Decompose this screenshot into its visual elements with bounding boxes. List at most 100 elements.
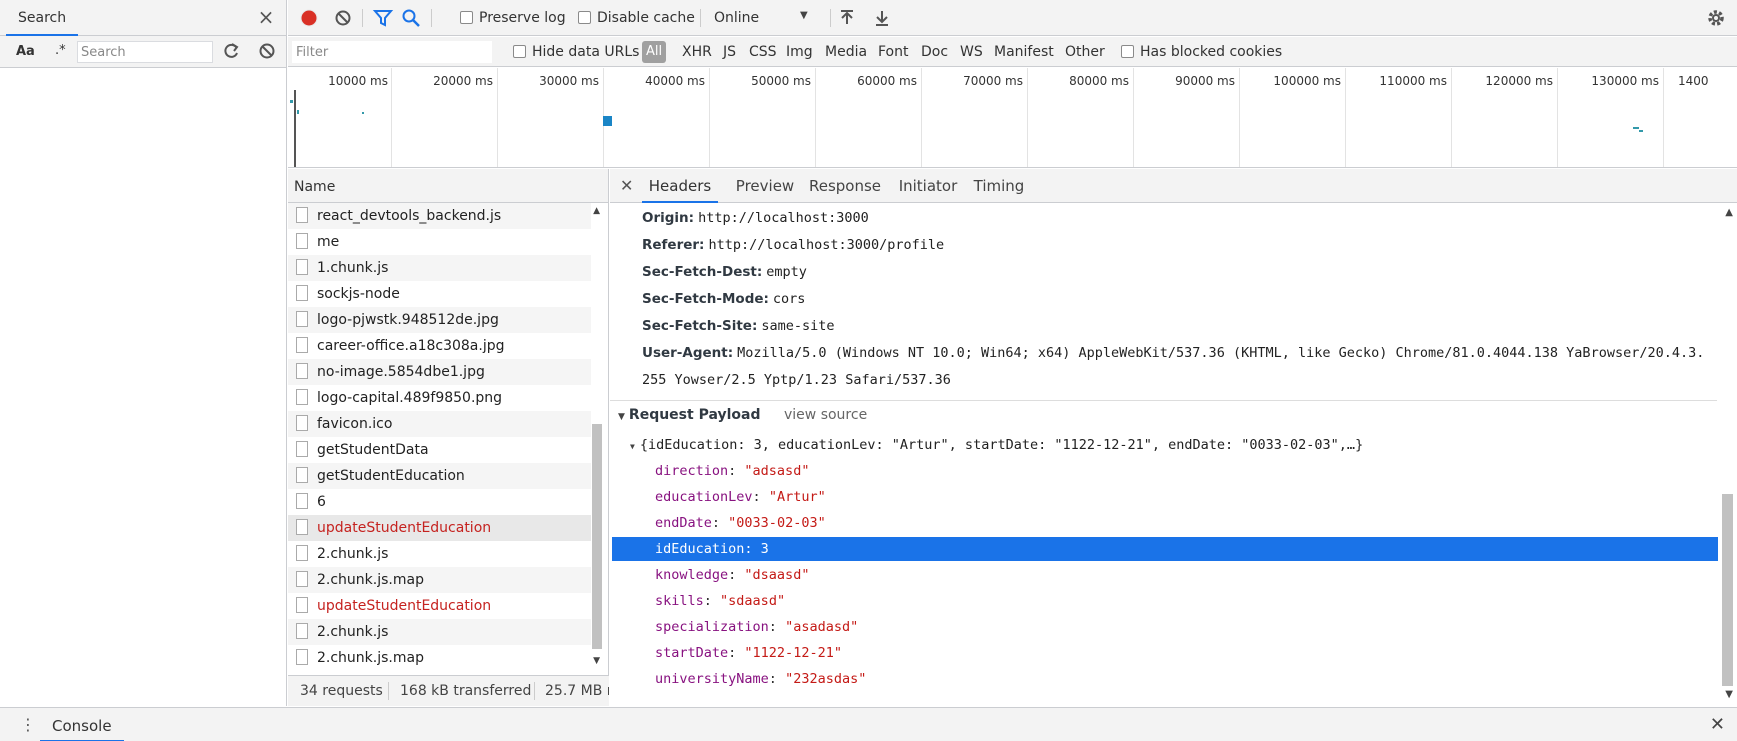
request-name: 2.chunk.js [317, 546, 389, 562]
request-row[interactable]: career-office.a18c308a.jpg [288, 333, 591, 359]
clear-icon[interactable] [256, 40, 278, 62]
tab-console[interactable]: Console [40, 708, 124, 741]
property-value: "sdaasd" [720, 593, 786, 609]
type-filter-img[interactable]: Img [786, 44, 813, 60]
request-row[interactable]: 2.chunk.js.map [288, 567, 591, 593]
type-filter-css[interactable]: CSS [749, 44, 777, 60]
payload-property[interactable]: direction: "adsasd" [655, 459, 809, 483]
type-filter-js[interactable]: JS [723, 44, 736, 60]
match-case-button[interactable]: Aa [16, 44, 35, 59]
request-row[interactable]: getStudentEducation [288, 463, 591, 489]
tab-response[interactable]: Response [804, 169, 886, 203]
request-name: 2.chunk.js.map [317, 650, 424, 666]
request-row[interactable]: 2.chunk.js [288, 541, 591, 567]
request-row[interactable]: 2.chunk.js.map [288, 645, 591, 671]
file-icon [296, 571, 308, 587]
type-filter-ws[interactable]: WS [960, 44, 983, 60]
request-name: career-office.a18c308a.jpg [317, 338, 505, 354]
preserve-log-checkbox[interactable]: Preserve log [460, 10, 566, 26]
download-icon[interactable] [871, 7, 893, 29]
request-row[interactable]: 2.chunk.js [288, 619, 591, 645]
filter-input[interactable] [292, 41, 492, 63]
timeline-request-mark [290, 100, 293, 103]
request-payload-toggle[interactable]: ▼ Request Payload [618, 407, 761, 423]
close-icon[interactable]: × [256, 7, 276, 27]
search-input[interactable] [77, 41, 213, 63]
timeline-tick-label: 120000 ms [1485, 74, 1553, 88]
type-filter-all[interactable]: All [642, 41, 667, 63]
more-options-icon[interactable]: ⋮ [20, 715, 36, 734]
tab-headers[interactable]: Headers [642, 169, 718, 203]
scroll-up-arrow-icon[interactable]: ▲ [1725, 207, 1733, 218]
request-row[interactable]: favicon.ico [288, 411, 591, 437]
request-row[interactable]: logo-pjwstk.948512de.jpg [288, 307, 591, 333]
type-filter-font[interactable]: Font [878, 44, 908, 60]
request-row[interactable]: react_devtools_backend.js [288, 203, 591, 229]
property-separator: : [728, 463, 745, 479]
payload-summary[interactable]: ▼ {idEducation: 3, educationLev: "Artur",… [630, 433, 1363, 457]
request-row[interactable]: 6 [288, 489, 591, 515]
property-value: "adsasd" [744, 463, 810, 479]
disable-cache-checkbox[interactable]: Disable cache [578, 10, 695, 26]
record-icon[interactable] [298, 7, 320, 29]
request-name: getStudentData [317, 442, 429, 458]
timeline-gridline [1345, 68, 1346, 167]
search-tab[interactable]: Search [6, 0, 79, 36]
request-row[interactable]: logo-capital.489f9850.png [288, 385, 591, 411]
payload-property[interactable]: universityName: "232asdas" [655, 667, 866, 691]
request-row[interactable]: updateStudentEducation [288, 593, 591, 619]
request-row[interactable]: updateStudentEducation [288, 515, 591, 541]
close-icon[interactable]: ✕ [620, 176, 633, 195]
tab-timing[interactable]: Timing [968, 169, 1030, 203]
property-value: 3 [760, 541, 769, 557]
triangle-down-icon: ▼ [618, 412, 625, 422]
timeline-gridline [1557, 68, 1558, 167]
request-row[interactable]: getStudentData [288, 437, 591, 463]
payload-property[interactable]: startDate: "1122-12-21" [655, 641, 842, 665]
scroll-down-arrow-icon[interactable]: ▼ [593, 656, 600, 666]
header-line: User-Agent: Mozilla/5.0 (Windows NT 10.0;… [642, 345, 1704, 361]
payload-property[interactable]: knowledge: "dsaasd" [655, 563, 809, 587]
payload-property[interactable]: educationLev: "Artur" [655, 485, 826, 509]
timeline-gridline [1027, 68, 1028, 167]
scrollbar-thumb[interactable] [1722, 494, 1733, 686]
checkbox-icon [460, 11, 473, 24]
property-separator: : [744, 541, 761, 557]
settings-gear-icon[interactable] [1705, 7, 1727, 29]
view-source-link[interactable]: view source [784, 407, 867, 423]
filter-icon[interactable] [372, 7, 394, 29]
payload-property[interactable]: specialization: "asadasd" [655, 615, 858, 639]
payload-property[interactable]: idEducation: 3 [612, 537, 1718, 561]
tab-preview[interactable]: Preview [730, 169, 800, 203]
payload-property[interactable]: skills: "sdaasd" [655, 589, 785, 613]
divider [388, 682, 389, 700]
request-row[interactable]: me [288, 229, 591, 255]
type-filter-media[interactable]: Media [825, 44, 867, 60]
request-row[interactable]: no-image.5854dbe1.jpg [288, 359, 591, 385]
request-row[interactable]: 1.chunk.js [288, 255, 591, 281]
refresh-icon[interactable] [220, 40, 242, 62]
type-filter-manifest[interactable]: Manifest [994, 44, 1054, 60]
request-row[interactable]: sockjs-node [288, 281, 591, 307]
throttling-select[interactable]: Online ▼ [714, 10, 824, 26]
network-overview[interactable]: 10000 ms 20000 ms 30000 ms 40000 ms 5000… [288, 68, 1737, 168]
type-filter-doc[interactable]: Doc [921, 44, 948, 60]
hide-data-urls-checkbox[interactable]: Hide data URLs [513, 44, 639, 60]
request-rows: react_devtools_backend.js me 1.chunk.js soc… [288, 203, 608, 671]
name-column-header[interactable]: Name [288, 169, 608, 203]
request-list: Name react_devtools_backend.js me 1.chunk.… [288, 169, 609, 706]
scroll-up-arrow-icon[interactable]: ▲ [593, 206, 600, 216]
search-icon[interactable] [400, 7, 422, 29]
scroll-down-arrow-icon[interactable]: ▼ [1725, 689, 1733, 700]
type-filter-other[interactable]: Other [1065, 44, 1105, 60]
tab-initiator[interactable]: Initiator [890, 169, 966, 203]
regex-button[interactable]: .* [55, 43, 66, 58]
payload-property[interactable]: endDate: "0033-02-03" [655, 511, 826, 535]
has-blocked-cookies-checkbox[interactable]: Has blocked cookies [1121, 44, 1282, 60]
type-filter-xhr[interactable]: XHR [682, 44, 712, 60]
clear-log-icon[interactable] [332, 7, 354, 29]
close-icon[interactable]: ✕ [1710, 714, 1725, 735]
scrollbar-thumb[interactable] [592, 424, 602, 649]
request-name: getStudentEducation [317, 468, 465, 484]
upload-icon[interactable] [836, 7, 858, 29]
